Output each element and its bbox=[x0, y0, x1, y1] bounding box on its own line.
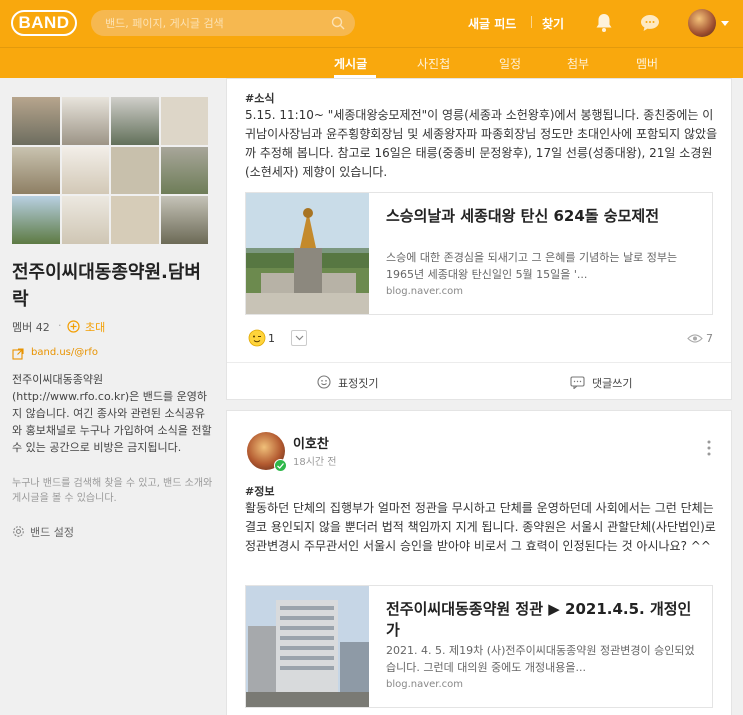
more-options-icon[interactable] bbox=[707, 440, 711, 456]
plus-circle-icon[interactable] bbox=[67, 320, 80, 333]
link-title[interactable]: 전주이씨대동종약원 정관 ▶ 2021.4.5. 개정인가 bbox=[386, 599, 696, 641]
external-link-icon bbox=[12, 348, 24, 360]
band-tabs: 게시글 사진첩 일정 첨부 멤버 bbox=[0, 47, 743, 78]
link-domain: blog.naver.com bbox=[386, 679, 464, 690]
new-feed-link[interactable]: 새글 피드 bbox=[468, 15, 516, 32]
emoji-reaction-icon[interactable] bbox=[248, 329, 266, 347]
post-time: 18시간 전 bbox=[293, 457, 337, 468]
search-box[interactable] bbox=[91, 10, 355, 36]
link-thumbnail bbox=[246, 586, 369, 707]
smile-icon[interactable] bbox=[317, 375, 331, 389]
band-description: 전주이씨대동종약원(http://www.rfo.co.kr)은 밴드를 운영하… bbox=[12, 373, 212, 454]
band-cover-image[interactable] bbox=[12, 97, 208, 244]
post-hashtag[interactable]: #정보 bbox=[245, 483, 274, 499]
tab-posts[interactable]: 게시글 bbox=[334, 55, 367, 72]
dot-separator: · bbox=[58, 319, 62, 332]
post-hashtag[interactable]: #소식 bbox=[245, 90, 274, 106]
reaction-count[interactable]: 1 bbox=[268, 332, 275, 345]
leader-badge-icon bbox=[274, 459, 287, 472]
link-thumbnail bbox=[246, 193, 369, 314]
search-icon[interactable] bbox=[331, 16, 345, 30]
eye-icon bbox=[687, 334, 703, 343]
chevron-down-icon[interactable] bbox=[721, 21, 729, 26]
author-name[interactable]: 이호찬 bbox=[293, 433, 329, 452]
comment-button[interactable]: 댓글쓰기 bbox=[592, 375, 632, 391]
post-body: 5.15. 11:10~ "세종대왕숭모제전"이 영릉(세종과 소헌왕후)에서 … bbox=[245, 108, 718, 179]
chevron-down-icon bbox=[295, 335, 304, 341]
link-description: 2021. 4. 5. 제19차 (사)전주이씨대동종약원 정관변경이 승인되었… bbox=[386, 644, 695, 674]
tab-members[interactable]: 멤버 bbox=[636, 55, 658, 72]
band-settings-link[interactable]: 밴드 설정 bbox=[30, 524, 74, 540]
gear-icon[interactable] bbox=[12, 525, 25, 538]
band-logo[interactable]: BAND bbox=[11, 10, 77, 36]
comment-icon[interactable] bbox=[570, 376, 585, 389]
search-input[interactable] bbox=[105, 10, 325, 36]
top-bar: BAND 새글 피드 찾기 bbox=[0, 0, 743, 47]
user-avatar[interactable] bbox=[688, 9, 716, 37]
invite-button[interactable]: 초대 bbox=[85, 319, 105, 335]
find-link[interactable]: 찾기 bbox=[542, 15, 564, 32]
reaction-expand-button[interactable] bbox=[291, 330, 307, 346]
tab-schedule[interactable]: 일정 bbox=[499, 55, 521, 72]
tab-photos[interactable]: 사진첩 bbox=[417, 55, 450, 72]
post-body: 활동하던 단체의 집행부가 얼마전 정관을 무시하고 단체를 운영하던데 사회에… bbox=[245, 501, 716, 553]
chat-icon[interactable] bbox=[640, 14, 660, 32]
tab-attachments[interactable]: 첨부 bbox=[567, 55, 589, 72]
divider bbox=[531, 16, 532, 28]
link-description: 스승에 대한 존경심을 되새기고 그 은혜를 기념하는 날로 정부는 1965년… bbox=[386, 251, 678, 281]
band-visibility-hint: 누구나 밴드를 검색해 찾을 수 있고, 밴드 소개와 게시글을 볼 수 있습니… bbox=[12, 478, 213, 504]
post-card: #소식 5.15. 11:10~ "세종대왕숭모제전"이 영릉(세종과 소헌왕후… bbox=[226, 78, 732, 400]
link-title[interactable]: 스승의날과 세종대왕 탄신 624돌 숭모제전 bbox=[386, 206, 696, 227]
link-preview[interactable]: 스승의날과 세종대왕 탄신 624돌 숭모제전 스승에 대한 존경심을 되새기고… bbox=[245, 192, 713, 315]
link-domain: blog.naver.com bbox=[386, 286, 464, 297]
post-card: 이호찬 18시간 전 #정보 활동하던 단체의 집행부가 얼마전 정관을 무시하… bbox=[226, 410, 732, 715]
bell-icon[interactable] bbox=[595, 13, 613, 33]
link-preview[interactable]: 전주이씨대동종약원 정관 ▶ 2021.4.5. 개정인가 2021. 4. 5… bbox=[245, 585, 713, 708]
band-sidebar: 전주이씨대동종약원.담벼락 멤버 42 · 초대 band.us/@rfo 전주… bbox=[0, 78, 224, 715]
band-name[interactable]: 전주이씨대동종약원.담벼락 bbox=[12, 259, 217, 313]
divider bbox=[227, 362, 731, 363]
band-url-link[interactable]: band.us/@rfo bbox=[31, 347, 98, 358]
react-button[interactable]: 표정짓기 bbox=[338, 375, 378, 391]
member-count[interactable]: 멤버 42 bbox=[12, 319, 50, 335]
view-count: 7 bbox=[706, 332, 713, 345]
